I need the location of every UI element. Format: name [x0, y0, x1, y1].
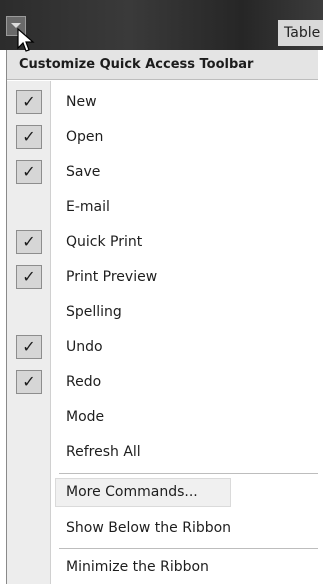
menu-item-new[interactable]: ✓ New	[7, 85, 318, 120]
menu-item-minimize-ribbon[interactable]: Minimize the Ribbon	[7, 550, 318, 584]
menu-item-label: Print Preview	[66, 269, 158, 285]
menu-item-label: Save	[66, 164, 101, 180]
menu-item-mode[interactable]: Mode	[7, 400, 318, 435]
check-mark-icon: ✓	[16, 230, 42, 254]
menu-header: Customize Quick Access Toolbar	[7, 50, 318, 80]
screen: Table Customize Quick Access Toolbar ✓ N…	[0, 0, 323, 584]
menu-item-spelling[interactable]: Spelling	[7, 295, 318, 330]
menu-item-show-below-ribbon[interactable]: Show Below the Ribbon	[7, 511, 318, 546]
menu-item-label: Spelling	[66, 304, 122, 320]
menu-item-print-preview[interactable]: ✓ Print Preview	[7, 260, 318, 295]
menu-item-label: Quick Print	[66, 234, 143, 250]
menu-item-save[interactable]: ✓ Save	[7, 155, 318, 190]
menu-item-label: Undo	[66, 339, 103, 355]
check-mark-icon: ✓	[16, 265, 42, 289]
check-mark-icon: ✓	[16, 90, 42, 114]
menu-separator	[59, 548, 318, 549]
customize-qat-menu: Customize Quick Access Toolbar ✓ New ✓ O…	[6, 50, 323, 584]
menu-item-label: Mode	[66, 409, 105, 425]
menu-item-undo[interactable]: ✓ Undo	[7, 330, 318, 365]
menu-item-quick-print[interactable]: ✓ Quick Print	[7, 225, 318, 260]
menu-item-label: Open	[66, 129, 104, 145]
menu-item-open[interactable]: ✓ Open	[7, 120, 318, 155]
menu-separator	[59, 473, 318, 474]
menu-item-more-commands[interactable]: More Commands...	[7, 475, 318, 510]
menu-item-label: Show Below the Ribbon	[66, 520, 232, 536]
title-bar	[0, 0, 323, 50]
mouse-cursor-icon	[17, 28, 35, 52]
check-mark-icon: ✓	[16, 335, 42, 359]
menu-item-label: Minimize the Ribbon	[66, 559, 209, 575]
check-mark-icon: ✓	[16, 125, 42, 149]
menu-item-label: E-mail	[66, 199, 110, 215]
menu-item-redo[interactable]: ✓ Redo	[7, 365, 318, 400]
window-title: Table	[278, 20, 323, 46]
menu-item-label: New	[66, 94, 97, 110]
check-mark-icon: ✓	[16, 160, 42, 184]
menu-item-label: Redo	[66, 374, 102, 390]
menu-item-label: More Commands...	[66, 484, 198, 500]
menu-item-refresh-all[interactable]: Refresh All	[7, 435, 318, 470]
check-mark-icon: ✓	[16, 370, 42, 394]
menu-item-email[interactable]: E-mail	[7, 190, 318, 225]
menu-item-label: Refresh All	[66, 444, 141, 460]
